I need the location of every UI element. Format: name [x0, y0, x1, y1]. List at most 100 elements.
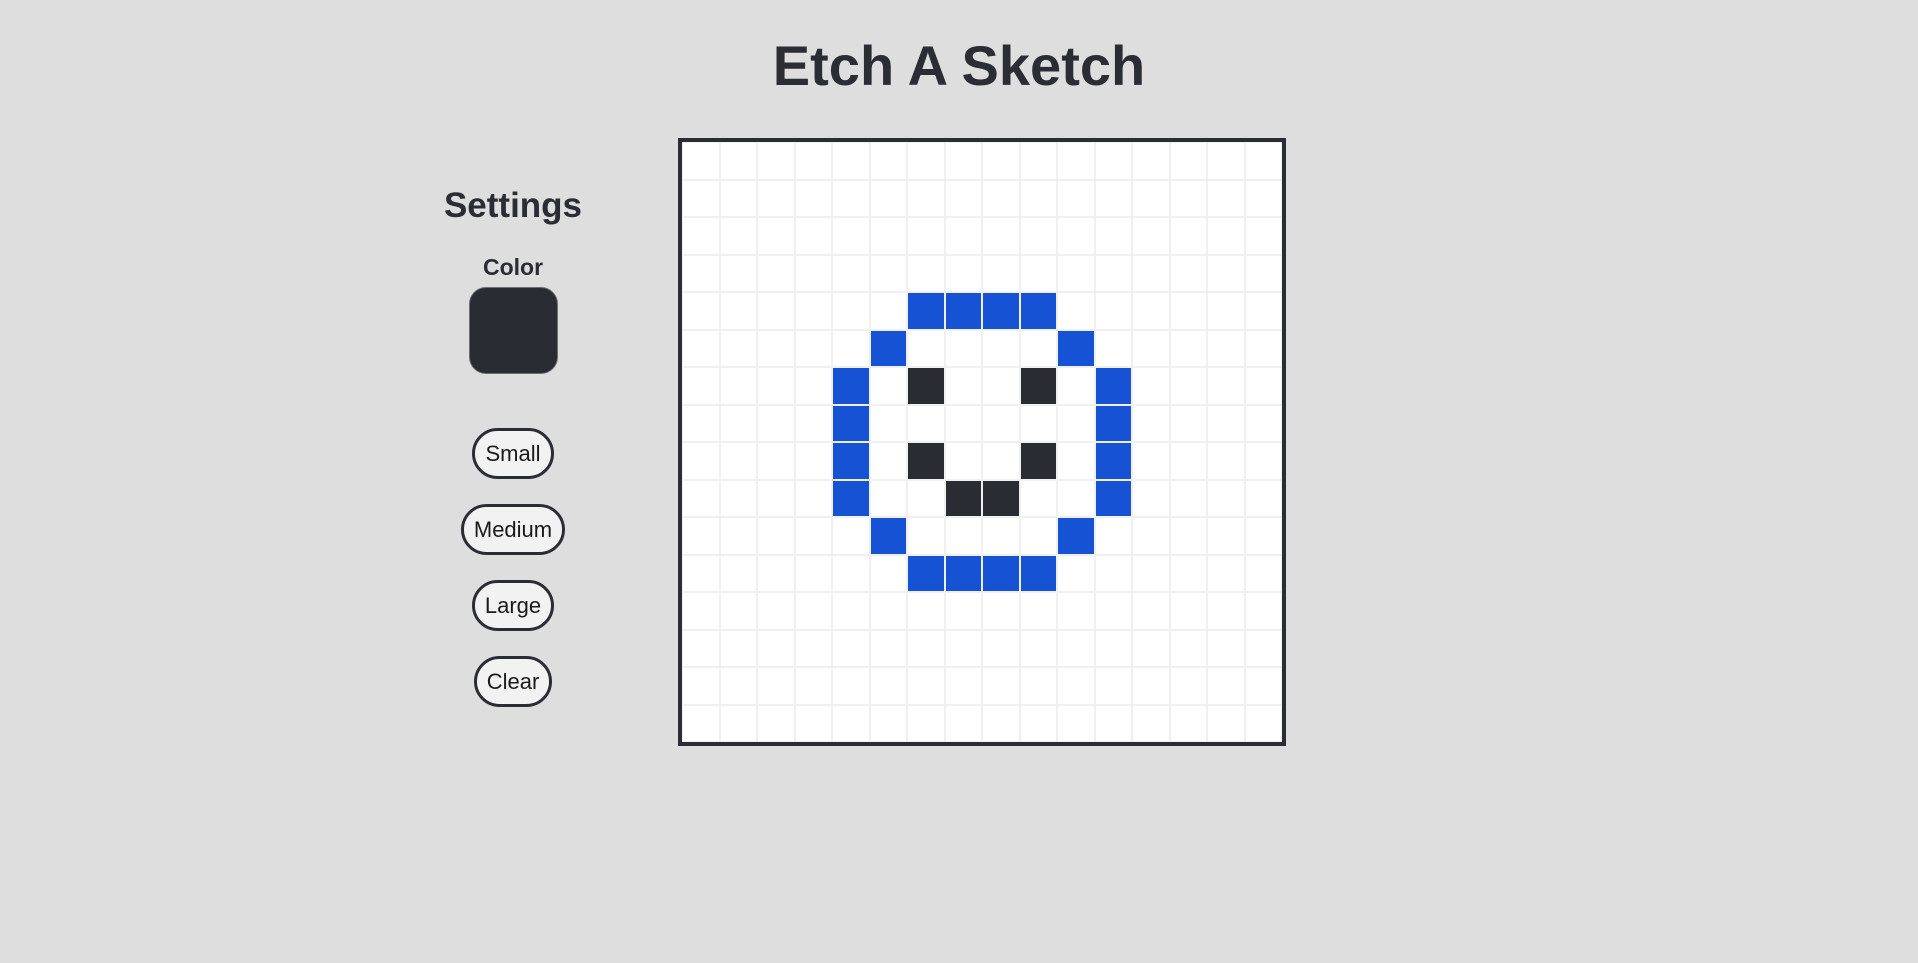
grid-cell[interactable] — [1057, 179, 1095, 217]
grid-cell[interactable] — [1207, 217, 1245, 255]
grid-cell[interactable] — [1057, 517, 1095, 555]
grid-cell[interactable] — [1019, 704, 1057, 742]
grid-cell[interactable] — [1244, 442, 1282, 480]
grid-cell[interactable] — [1019, 479, 1057, 517]
grid-cell[interactable] — [1207, 667, 1245, 705]
grid-cell[interactable] — [832, 367, 870, 405]
grid-cell[interactable] — [1057, 442, 1095, 480]
grid-cell[interactable] — [982, 142, 1020, 180]
grid-cell[interactable] — [757, 667, 795, 705]
grid-cell[interactable] — [682, 667, 720, 705]
grid-cell[interactable] — [1207, 704, 1245, 742]
grid-cell[interactable] — [944, 254, 982, 292]
grid-cell[interactable] — [682, 404, 720, 442]
grid-cell[interactable] — [1094, 479, 1132, 517]
grid-cell[interactable] — [719, 367, 757, 405]
grid-cell[interactable] — [1094, 142, 1132, 180]
grid-cell[interactable] — [1057, 592, 1095, 630]
grid-cell[interactable] — [1094, 629, 1132, 667]
grid-cell[interactable] — [757, 404, 795, 442]
grid-cell[interactable] — [907, 292, 945, 330]
grid-cell[interactable] — [1057, 292, 1095, 330]
grid-cell[interactable] — [757, 292, 795, 330]
grid-cell[interactable] — [1244, 292, 1282, 330]
grid-cell[interactable] — [757, 179, 795, 217]
grid-cell[interactable] — [1244, 667, 1282, 705]
grid-cell[interactable] — [1057, 142, 1095, 180]
grid-cell[interactable] — [1207, 254, 1245, 292]
grid-cell[interactable] — [1094, 667, 1132, 705]
grid-cell[interactable] — [1207, 292, 1245, 330]
grid-cell[interactable] — [832, 329, 870, 367]
grid-cell[interactable] — [719, 292, 757, 330]
grid-cell[interactable] — [869, 329, 907, 367]
grid-cell[interactable] — [869, 292, 907, 330]
grid-cell[interactable] — [1207, 517, 1245, 555]
grid-cell[interactable] — [1244, 217, 1282, 255]
grid-cell[interactable] — [757, 592, 795, 630]
grid-cell[interactable] — [982, 292, 1020, 330]
grid-cell[interactable] — [832, 179, 870, 217]
grid-cell[interactable] — [1169, 592, 1207, 630]
grid-cell[interactable] — [1169, 554, 1207, 592]
grid-cell[interactable] — [1019, 329, 1057, 367]
grid-cell[interactable] — [1207, 592, 1245, 630]
grid-cell[interactable] — [794, 367, 832, 405]
grid-cell[interactable] — [944, 329, 982, 367]
grid-cell[interactable] — [719, 629, 757, 667]
grid-cell[interactable] — [757, 442, 795, 480]
grid-cell[interactable] — [944, 367, 982, 405]
grid-cell[interactable] — [1207, 329, 1245, 367]
grid-cell[interactable] — [944, 629, 982, 667]
grid-cell[interactable] — [907, 254, 945, 292]
grid-cell[interactable] — [832, 554, 870, 592]
grid-cell[interactable] — [1019, 629, 1057, 667]
grid-cell[interactable] — [1207, 404, 1245, 442]
grid-cell[interactable] — [757, 629, 795, 667]
grid-cell[interactable] — [757, 554, 795, 592]
grid-cell[interactable] — [832, 292, 870, 330]
grid-cell[interactable] — [982, 367, 1020, 405]
grid-cell[interactable] — [1169, 254, 1207, 292]
grid-cell[interactable] — [1244, 329, 1282, 367]
grid-cell[interactable] — [1057, 704, 1095, 742]
grid-cell[interactable] — [1019, 592, 1057, 630]
grid-cell[interactable] — [982, 217, 1020, 255]
grid-cell[interactable] — [682, 217, 720, 255]
grid-cell[interactable] — [682, 292, 720, 330]
grid-cell[interactable] — [1169, 329, 1207, 367]
grid-cell[interactable] — [1169, 292, 1207, 330]
grid-cell[interactable] — [682, 554, 720, 592]
grid-cell[interactable] — [869, 367, 907, 405]
grid-cell[interactable] — [1244, 179, 1282, 217]
grid-cell[interactable] — [1132, 404, 1170, 442]
grid-cell[interactable] — [907, 404, 945, 442]
grid-cell[interactable] — [719, 517, 757, 555]
grid-cell[interactable] — [832, 142, 870, 180]
grid-cell[interactable] — [794, 254, 832, 292]
grid-cell[interactable] — [944, 142, 982, 180]
clear-button[interactable]: Clear — [473, 656, 553, 707]
grid-cell[interactable] — [794, 479, 832, 517]
grid-cell[interactable] — [757, 479, 795, 517]
grid-cell[interactable] — [1169, 217, 1207, 255]
grid-cell[interactable] — [1244, 704, 1282, 742]
grid-cell[interactable] — [1057, 329, 1095, 367]
grid-cell[interactable] — [832, 667, 870, 705]
grid-cell[interactable] — [869, 629, 907, 667]
grid-cell[interactable] — [1207, 142, 1245, 180]
grid-cell[interactable] — [757, 254, 795, 292]
grid-cell[interactable] — [794, 292, 832, 330]
grid-cell[interactable] — [832, 442, 870, 480]
grid-cell[interactable] — [982, 517, 1020, 555]
grid-cell[interactable] — [1019, 367, 1057, 405]
grid-cell[interactable] — [907, 217, 945, 255]
grid-cell[interactable] — [907, 329, 945, 367]
grid-cell[interactable] — [907, 517, 945, 555]
small-size-button[interactable]: Small — [472, 428, 554, 479]
grid-cell[interactable] — [869, 554, 907, 592]
grid-cell[interactable] — [832, 254, 870, 292]
grid-cell[interactable] — [794, 404, 832, 442]
grid-cell[interactable] — [907, 479, 945, 517]
grid-cell[interactable] — [982, 254, 1020, 292]
